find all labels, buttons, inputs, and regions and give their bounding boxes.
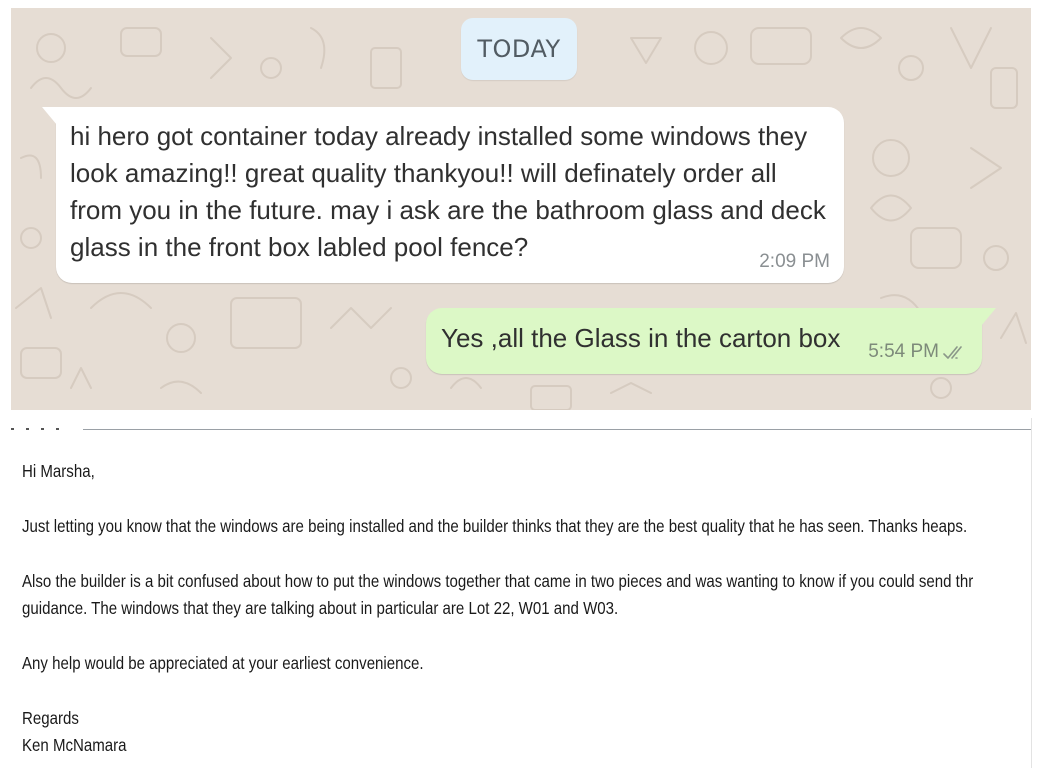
double-check-icon xyxy=(943,346,962,359)
email-greeting: Hi Marsha, xyxy=(22,461,95,481)
email-header-fragment xyxy=(11,428,83,430)
incoming-message-text: hi hero got container today already inst… xyxy=(70,121,826,262)
email-paragraph-3: Any help would be appreciated at your ea… xyxy=(22,653,424,673)
email-panel: Hi Marsha, Just letting you know that th… xyxy=(11,418,1032,768)
outgoing-bubble-tail xyxy=(981,308,996,326)
chat-panel: TODAY hi hero got container today alread… xyxy=(11,8,1031,410)
email-paragraph-2-line-1: Also the builder is a bit confused about… xyxy=(22,571,974,591)
date-label: TODAY xyxy=(477,35,561,63)
screenshot-collage: TODAY hi hero got container today alread… xyxy=(0,0,1040,781)
email-body: Hi Marsha, Just letting you know that th… xyxy=(22,458,974,759)
email-paragraph-1: Just letting you know that the windows a… xyxy=(22,516,968,536)
incoming-message-bubble[interactable]: hi hero got container today already inst… xyxy=(42,107,844,283)
outgoing-message-bubble[interactable]: Yes ,all the Glass in the carton box 5:5… xyxy=(426,308,996,374)
incoming-message-time: 2:09 PM xyxy=(759,251,830,272)
date-separator-chip: TODAY xyxy=(461,18,577,80)
email-paragraph-2-line-2: guidance. The windows that they are talk… xyxy=(22,598,619,618)
outgoing-message-text: Yes ,all the Glass in the carton box xyxy=(441,323,841,353)
email-signature-name: Ken McNamara xyxy=(22,735,127,755)
incoming-bubble-tail xyxy=(42,107,57,125)
email-closing: Regards xyxy=(22,708,79,728)
outgoing-message-time: 5:54 PM xyxy=(868,341,939,362)
email-divider xyxy=(83,429,1031,430)
